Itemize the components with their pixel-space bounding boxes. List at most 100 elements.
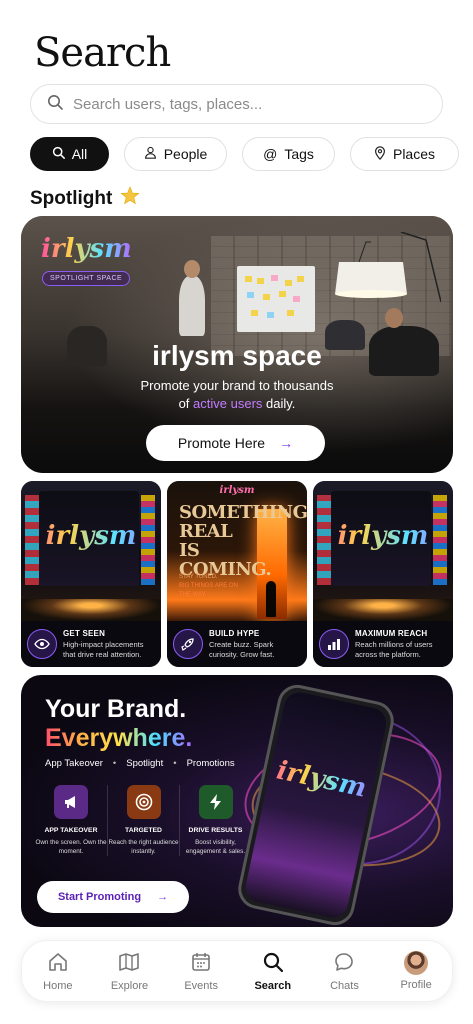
filter-chip-people[interactable]: People [124,137,227,171]
filter-chip-all[interactable]: All [30,137,109,171]
hero-person [179,276,205,336]
promo-feature-list: App Takeover • Spotlight • Promotions [45,758,235,769]
irlysm-logo: irlysm [41,234,132,264]
poster-subtitle: STAY TUNED. BIG THINGS ARE ON THE WAY. [179,573,239,600]
hero-subtitle: Promote your brand to thousands of activ… [21,377,453,413]
promo-heading-line2: Everywhere. [45,724,193,752]
promo-column-desc: Own the screen. Own the moment. [35,839,107,855]
tab-chats[interactable]: Chats [312,951,376,992]
bottom-tab-bar: Home Explore Events Search Chats Profile [21,940,453,1002]
search-bar[interactable] [30,84,443,124]
feature-card-get-seen[interactable]: irlysm GET SEEN High-impact placements t… [21,481,161,667]
tab-label: Profile [400,979,432,991]
promo-banner[interactable]: Your Brand. Everywhere. App Takeover • S… [21,675,453,927]
poster-subtitle-line1: STAY TUNED. [179,574,218,580]
feature-card-build-hype[interactable]: irlysm SOMETHING REAL IS COMING. STAY TU… [167,481,307,667]
search-icon [262,951,284,976]
map-icon [118,951,140,976]
feature-card-desc: Create buzz. Spark curiosity. Grow fast. [209,639,275,659]
feature-card-title: MAXIMUM REACH [355,628,428,638]
promo-column-app-takeover: APP TAKEOVER Own the screen. Own the mom… [35,785,107,856]
bullet-separator: • [112,758,117,769]
hero-subtitle-post: daily. [262,396,296,411]
page-title: Search [34,30,171,76]
promo-column-title: APP TAKEOVER [44,827,98,834]
promo-feature: App Takeover [45,758,103,769]
search-icon [52,146,65,162]
section-title-spotlight: Spotlight [30,186,140,212]
hero-subtitle-pre: of [178,396,194,411]
tab-label: Events [184,979,218,992]
street-lights [313,599,453,621]
filter-chip-places[interactable]: Places [350,137,459,171]
at-icon: @ [263,146,278,162]
tab-label: Search [254,979,292,992]
spotlight-space-badge: SPOTLIGHT SPACE [42,271,131,286]
start-promoting-label: Start Promoting [57,891,142,903]
calendar-icon [190,951,212,976]
hero-subtitle-line1: Promote your brand to thousands [140,378,334,393]
feature-cards: irlysm GET SEEN High-impact placements t… [21,481,453,667]
street-lights [21,599,161,621]
silhouette-figure [266,581,276,617]
irlysm-logo: irlysm [21,521,161,551]
irlysm-logo: irlysm [313,521,453,551]
target-icon [126,785,161,819]
arrow-right-icon: → [157,891,169,903]
feature-card-desc: High-impact placements that drive real a… [63,639,144,659]
home-icon [47,951,69,976]
feature-card-title: BUILD HYPE [209,628,260,638]
person-icon [144,146,157,162]
tab-label: Home [43,979,73,992]
hero-heading: irlysm space [152,340,322,371]
tab-profile[interactable]: Profile [384,951,448,991]
promote-here-label: Promote Here [177,435,266,451]
feature-card-info: MAXIMUM REACH Reach millions of users ac… [313,621,453,667]
rocket-icon [173,629,203,659]
chat-icon [333,951,355,976]
hero-person-head [385,308,403,328]
megaphone-icon [54,785,88,819]
sparkle-star-icon [120,186,140,212]
promo-feature: Spotlight [126,758,164,769]
hero-subtitle-highlight: active users [193,396,263,411]
eye-icon [27,629,57,659]
poster-subtitle-line2: BIG THINGS ARE ON THE WAY. [179,583,238,598]
pin-icon [374,145,386,163]
filter-chip-tags[interactable]: @ Tags [242,137,335,171]
hero-person-head [184,260,200,278]
filter-chip-label: People [163,146,208,162]
section-title-label: Spotlight [30,188,113,209]
phone-screen [242,689,390,921]
search-input[interactable] [73,95,393,113]
tab-label: Explore [110,979,149,992]
tab-explore[interactable]: Explore [97,951,161,992]
promote-here-button[interactable]: Promote Here → [146,425,325,461]
promo-feature: Promotions [186,758,235,769]
bar-chart-icon [319,629,349,659]
feature-card-desc: Reach millions of users across the platf… [355,639,433,659]
tab-events[interactable]: Events [169,951,233,992]
promo-columns: APP TAKEOVER Own the screen. Own the mom… [35,785,251,856]
tab-search[interactable]: Search [241,951,305,992]
feature-card-info: GET SEEN High-impact placements that dri… [21,621,161,667]
poster-title: SOMETHING REAL IS COMING. [179,502,307,580]
feature-card-title: GET SEEN [63,628,106,638]
promo-column-desc: Reach the right audience instantly. [108,839,179,855]
avatar [404,951,429,975]
tab-home[interactable]: Home [26,951,90,992]
irlysm-logo: irlysm [219,485,255,496]
start-promoting-button[interactable]: Start Promoting → [37,881,189,913]
feature-card-maximum-reach[interactable]: irlysm MAXIMUM REACH Reach millions of u… [313,481,453,667]
bullet-separator: • [173,758,177,769]
promo-column-drive-results: DRIVE RESULTS Boost visibility, engageme… [179,785,251,856]
tab-label: Chats [330,979,359,992]
phone-mockup: irlysm [234,681,398,927]
promo-column-title: TARGETED [125,827,162,834]
filter-chip-label: Tags [284,146,314,162]
filter-chip-label: All [71,146,88,162]
spotlight-hero-card[interactable]: irlysm SPOTLIGHT SPACE irlysm space Prom… [21,216,453,473]
filter-chip-label: Places [392,146,436,162]
arrow-right-icon: → [279,435,294,451]
feature-card-info: BUILD HYPE Create buzz. Spark curiosity.… [167,621,307,667]
